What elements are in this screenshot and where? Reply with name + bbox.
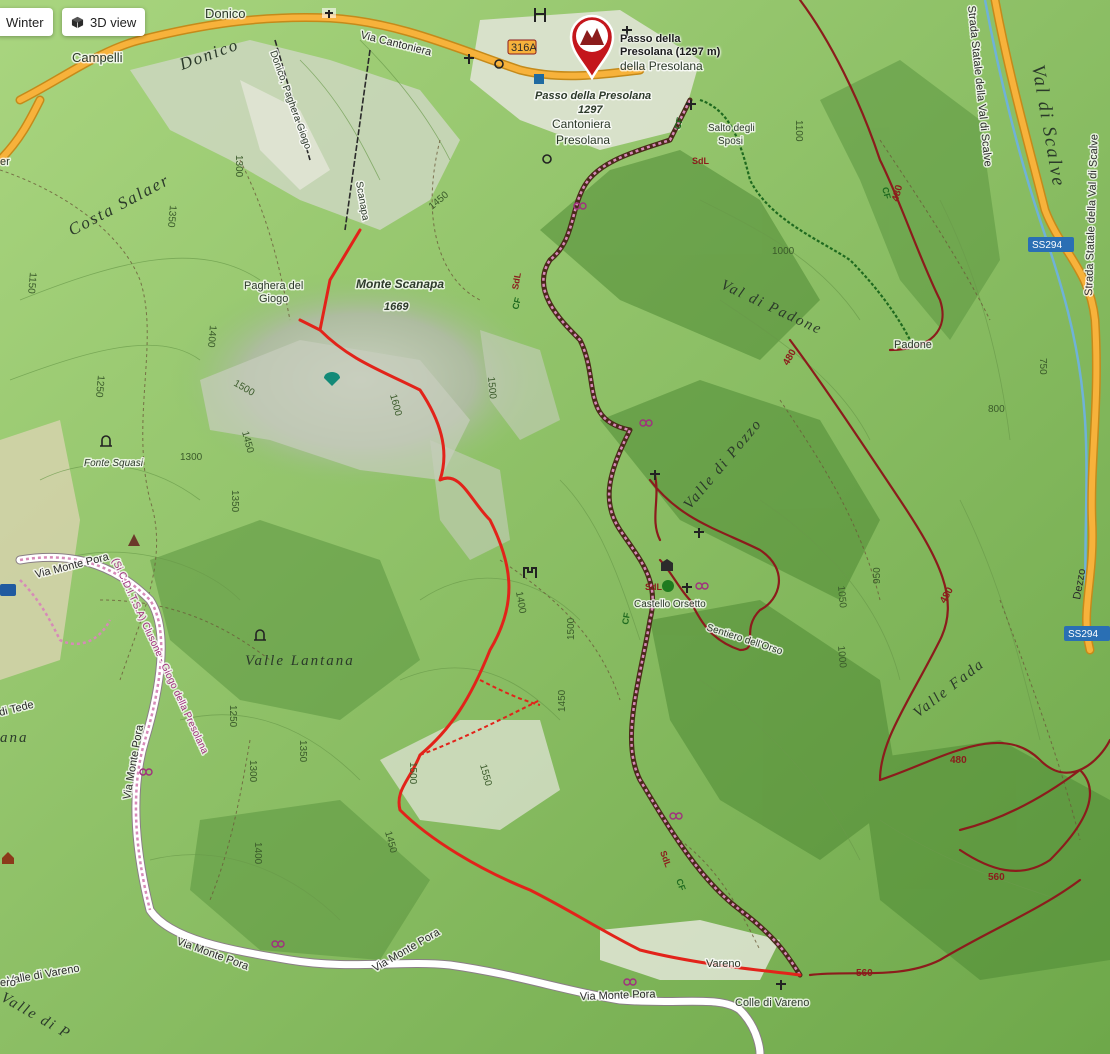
svg-text:1250: 1250	[227, 705, 238, 728]
svg-text:1300: 1300	[180, 452, 203, 463]
svg-text:Giogo: Giogo	[259, 293, 288, 305]
svg-text:SS294: SS294	[1032, 240, 1062, 251]
svg-text:1500: 1500	[566, 617, 577, 640]
svg-text:1400: 1400	[252, 842, 263, 865]
svg-text:Vareno: Vareno	[706, 958, 741, 970]
cube-icon	[71, 16, 84, 28]
road-shield-ss294-a: SS294	[1028, 237, 1074, 252]
label-monte-scanapa: Monte Scanapa	[356, 277, 444, 291]
svg-text:CF: CF	[620, 611, 632, 625]
hotel-icon	[534, 74, 544, 84]
svg-text:Paghera del: Paghera del	[244, 280, 303, 292]
label-donico: Donico	[205, 6, 245, 21]
svg-text:1297: 1297	[578, 104, 603, 116]
svg-text:1350: 1350	[229, 490, 240, 513]
svg-text:316A: 316A	[511, 42, 537, 54]
svg-text:1300: 1300	[233, 155, 244, 178]
winter-toggle-button[interactable]: Winter	[0, 8, 53, 36]
svg-text:ero: ero	[0, 977, 16, 989]
3d-view-label: 3D view	[90, 14, 137, 30]
svg-text:1050: 1050	[835, 585, 848, 609]
marker-title-line2: Presolana (1297 m)	[620, 46, 721, 58]
svg-text:er: er	[0, 156, 10, 168]
svg-text:560: 560	[856, 968, 873, 979]
3d-view-button[interactable]: 3D view	[62, 8, 146, 36]
svg-text:Salto degli: Salto degli	[708, 123, 755, 134]
label-campelli: Campelli	[72, 50, 123, 65]
svg-text:560: 560	[988, 872, 1005, 883]
svg-text:1150: 1150	[25, 272, 38, 295]
winter-toggle-label: Winter	[6, 14, 44, 30]
svg-text:1500: 1500	[407, 762, 418, 785]
svg-text:della Presolana: della Presolana	[620, 59, 703, 73]
svg-text:Presolana: Presolana	[556, 133, 610, 147]
road-shield-ss294-b: SS294	[1064, 626, 1110, 641]
svg-text:Fonte Squasi: Fonte Squasi	[84, 458, 144, 469]
svg-text:1450: 1450	[557, 689, 568, 712]
svg-text:Padone: Padone	[894, 339, 932, 351]
svg-text:SdL: SdL	[645, 582, 663, 592]
svg-text:950: 950	[872, 567, 883, 584]
svg-text:1300: 1300	[247, 760, 258, 783]
topographic-map[interactable]: Costa Salaer Donico Val di Padone Valle …	[0, 0, 1110, 1054]
svg-text:1400: 1400	[205, 325, 218, 349]
svg-text:1100: 1100	[793, 120, 804, 142]
svg-text:1350: 1350	[297, 740, 308, 763]
label-edge-ana: ana	[0, 730, 29, 746]
svg-text:480: 480	[950, 755, 967, 766]
svg-text:1000: 1000	[835, 645, 848, 669]
svg-text:1000: 1000	[772, 246, 795, 257]
label-passo-presolana: Passo della Presolana	[535, 90, 651, 102]
svg-text:1500: 1500	[485, 376, 498, 400]
svg-text:SS294: SS294	[1068, 629, 1098, 640]
svg-text:Sposi: Sposi	[718, 136, 743, 147]
svg-text:Castello Orsetto: Castello Orsetto	[634, 599, 706, 610]
marker-title-line1: Passo della	[620, 33, 681, 45]
svg-text:750: 750	[1037, 358, 1048, 375]
svg-text:Colle di Vareno: Colle di Vareno	[735, 997, 809, 1009]
location-pin-icon[interactable]	[569, 14, 615, 80]
svg-text:SdL: SdL	[692, 156, 710, 166]
info-icon	[662, 580, 674, 592]
bus-icon	[0, 584, 16, 596]
svg-text:Cantoniera: Cantoniera	[552, 117, 611, 131]
label-valle-lantana: Valle Lantana	[245, 653, 355, 669]
svg-text:1669: 1669	[384, 301, 409, 313]
svg-text:1250: 1250	[93, 375, 106, 399]
marker-title: Passo della Presolana (1297 m)	[620, 33, 720, 59]
svg-text:1350: 1350	[165, 205, 178, 229]
svg-text:800: 800	[988, 404, 1005, 415]
ski-lift-station-icon	[322, 8, 336, 18]
